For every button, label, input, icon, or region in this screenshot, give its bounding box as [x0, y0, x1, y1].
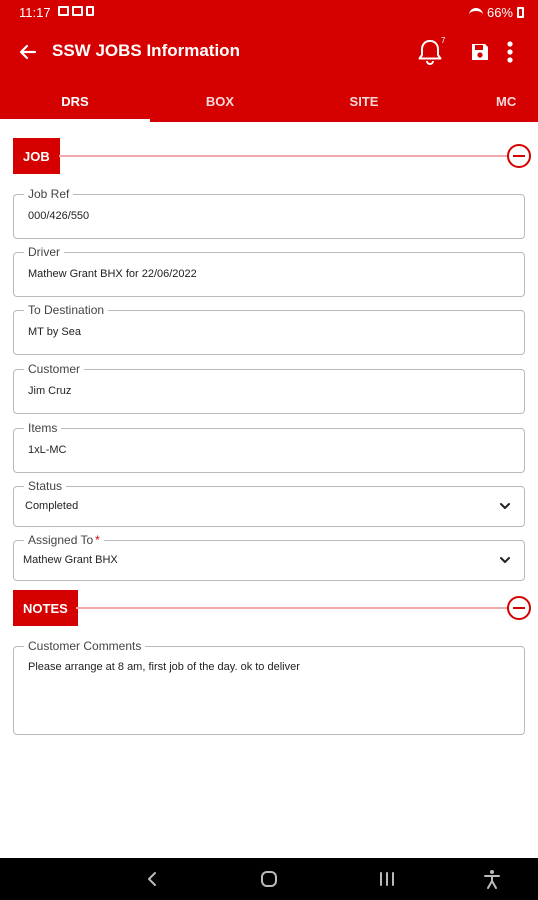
- customer-field[interactable]: Customer Jim Cruz: [13, 362, 525, 414]
- status-notification-icons: [58, 6, 94, 16]
- to-destination-label: To Destination: [24, 303, 109, 317]
- assigned-to-value: Mathew Grant BHX: [23, 554, 118, 566]
- image-notification-icon: [72, 6, 83, 16]
- tab-site[interactable]: SITE: [290, 80, 438, 122]
- notifications-button[interactable]: 7: [412, 34, 448, 70]
- more-vert-icon: [507, 41, 513, 63]
- job-ref-field[interactable]: Job Ref 000/426/550: [13, 187, 525, 239]
- back-arrow-icon: [19, 44, 37, 60]
- save-icon: [472, 44, 488, 60]
- nav-back-icon: [148, 872, 156, 886]
- assigned-to-select[interactable]: Assigned To * Mathew Grant BHX: [13, 533, 525, 581]
- active-tab-indicator: [0, 119, 150, 122]
- page-title: SSW JOBS Information: [52, 41, 240, 60]
- section-divider: [76, 607, 507, 609]
- chevron-down-icon: [500, 557, 510, 563]
- app-header: 11:17 66% SSW JOBS Information 7 DRS BOX…: [0, 0, 538, 122]
- to-destination-value: MT by Sea: [28, 326, 81, 338]
- tab-bar: DRS BOX SITE MC: [0, 80, 538, 122]
- customer-value: Jim Cruz: [28, 385, 72, 397]
- customer-comments-value: Please arrange at 8 am, first job of the…: [28, 661, 300, 673]
- job-ref-label: Job Ref: [24, 187, 74, 201]
- battery-icon: [517, 7, 524, 18]
- driver-label: Driver: [24, 245, 64, 259]
- job-ref-value: 000/426/550: [28, 210, 90, 222]
- back-button[interactable]: [12, 36, 44, 68]
- device-notification-icon: [86, 6, 94, 16]
- customer-label: Customer: [24, 362, 85, 376]
- status-time: 11:17: [19, 5, 51, 20]
- wifi-icon: [468, 7, 483, 18]
- status-label: Status: [24, 479, 67, 493]
- nav-recents-button[interactable]: [367, 866, 407, 892]
- items-value: 1xL-MC: [28, 444, 67, 456]
- items-field[interactable]: Items 1xL-MC: [13, 421, 525, 473]
- driver-value: Mathew Grant BHX for 22/06/2022: [28, 268, 197, 280]
- notes-section-header: NOTES: [0, 590, 538, 626]
- status-select[interactable]: Status Completed: [13, 479, 525, 527]
- driver-field[interactable]: Driver Mathew Grant BHX for 22/06/2022: [13, 245, 525, 297]
- section-divider: [59, 155, 507, 157]
- required-mark: *: [95, 533, 100, 547]
- system-navigation-bar: [0, 858, 538, 900]
- status-right: 66%: [468, 5, 524, 20]
- nav-home-button[interactable]: [249, 866, 289, 892]
- collapse-job-section-icon[interactable]: [507, 144, 531, 168]
- notification-count: 7: [441, 36, 446, 45]
- assigned-to-label-text: Assigned To: [28, 533, 94, 547]
- items-label: Items: [24, 421, 62, 435]
- tab-mc[interactable]: MC: [438, 80, 538, 122]
- chevron-down-icon: [500, 503, 510, 509]
- status-value: Completed: [25, 500, 79, 512]
- nav-back-button[interactable]: [132, 866, 172, 892]
- assigned-to-label: Assigned To *: [24, 533, 104, 547]
- job-section-header: JOB: [0, 138, 538, 174]
- notes-section-label: NOTES: [13, 590, 78, 626]
- video-notification-icon: [58, 6, 69, 16]
- status-bar: 11:17 66%: [0, 0, 538, 24]
- battery-percent: 66%: [486, 5, 513, 20]
- collapse-notes-section-icon[interactable]: [507, 596, 531, 620]
- nav-recents-icon: [380, 872, 394, 886]
- accessibility-icon: [484, 870, 500, 889]
- nav-home-icon: [261, 871, 277, 887]
- customer-comments-label: Customer Comments: [24, 639, 146, 653]
- tab-box[interactable]: BOX: [150, 80, 290, 122]
- job-section-label: JOB: [13, 138, 60, 174]
- customer-comments-textarea[interactable]: Customer Comments Please arrange at 8 am…: [13, 639, 525, 735]
- tab-drs[interactable]: DRS: [0, 80, 150, 122]
- to-destination-field[interactable]: To Destination MT by Sea: [13, 303, 525, 355]
- nav-accessibility-button[interactable]: [472, 866, 512, 892]
- app-bar: SSW JOBS Information 7: [0, 30, 538, 74]
- more-options-button[interactable]: [497, 36, 523, 68]
- save-button[interactable]: [465, 36, 495, 68]
